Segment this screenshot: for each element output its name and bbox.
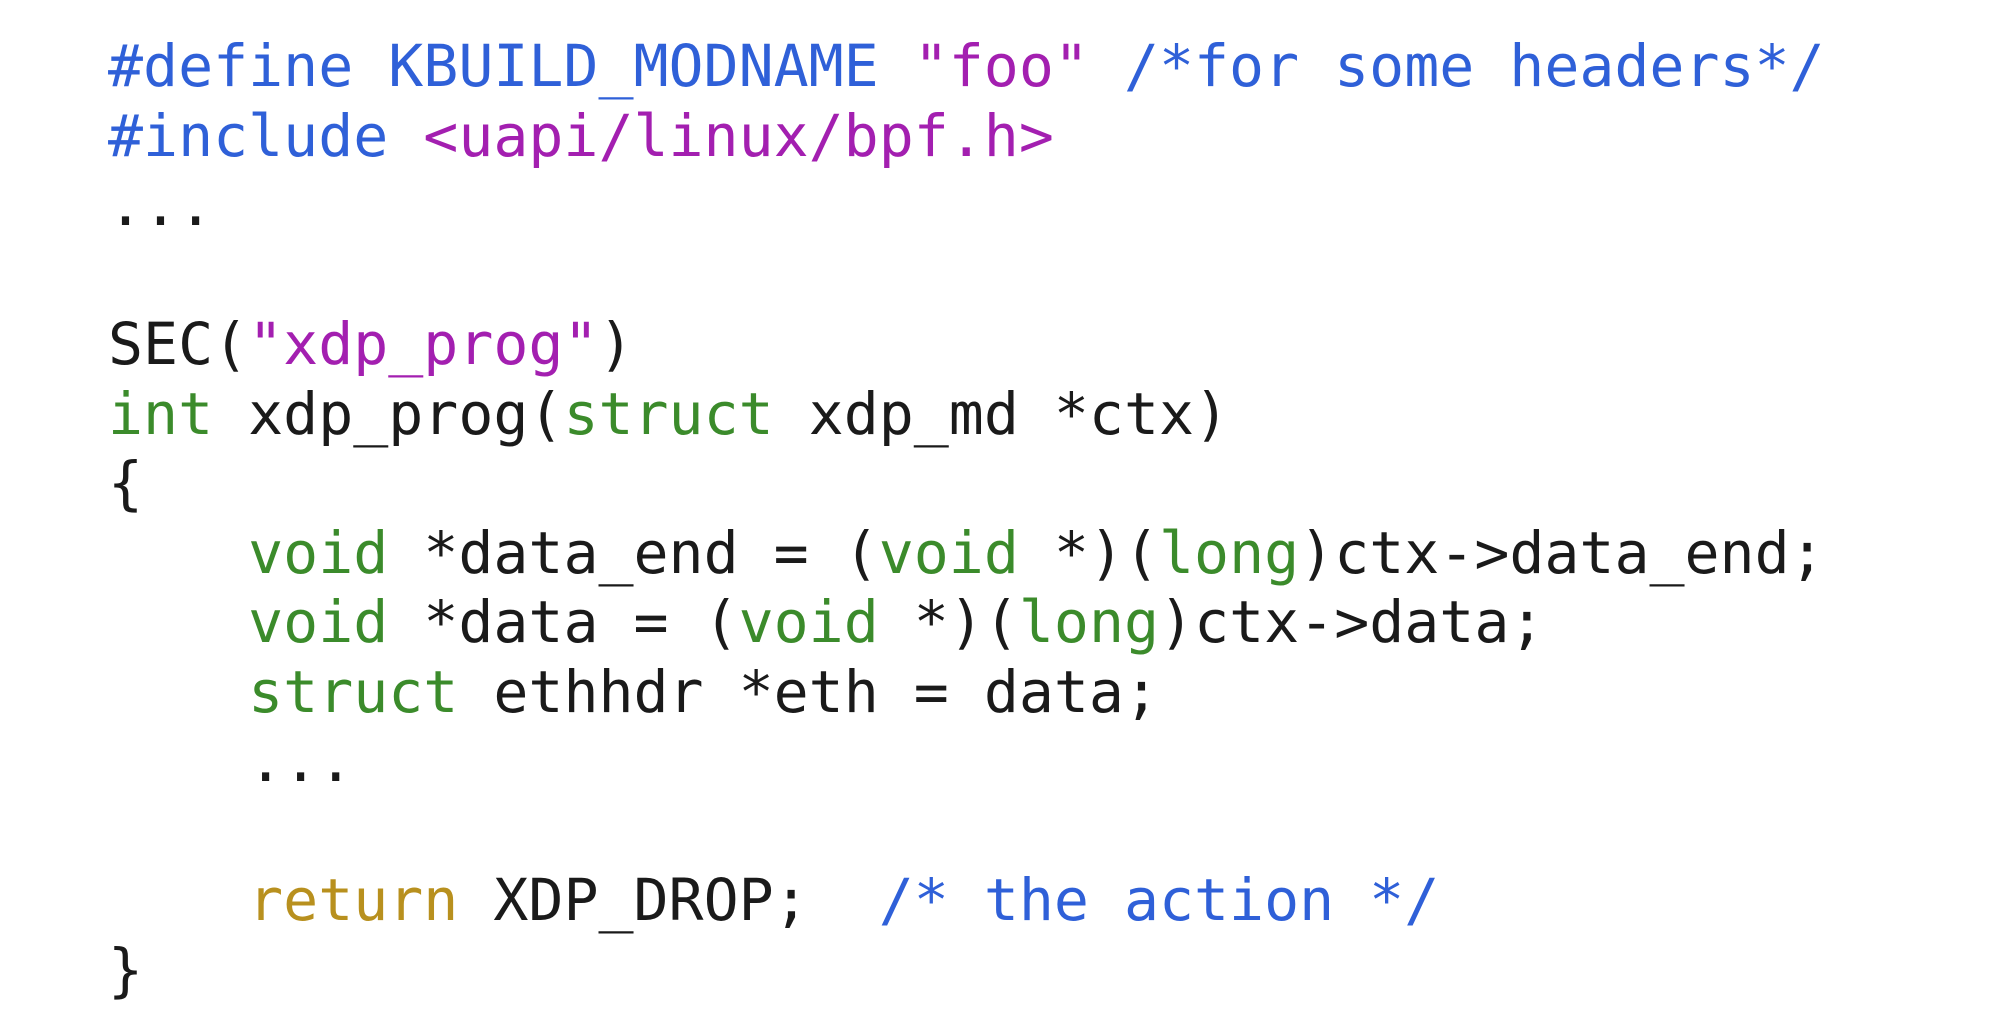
code-listing: #define KBUILD_MODNAME "foo" /*for some … [108,32,1825,1005]
code-line: { [108,449,1825,519]
code-token-blue: #include [108,101,424,170]
code-token-plain: } [108,935,144,1004]
code-token-plain: XDP_DROP; [458,866,879,934]
code-token-plain: xdp_prog( [213,379,564,448]
code-token-plain: *data_end = ( [388,518,879,587]
code-line: #include <uapi/linux/bpf.h> [108,102,1825,172]
code-token-plain: *)( [1018,518,1160,587]
code-token-green: void [248,518,389,587]
code-token-green: long [1018,588,1160,656]
code-line: ... [108,171,1825,241]
code-token-blue: /*for some headers*/ [1123,32,1825,100]
code-token-plain: ) [598,310,634,378]
code-token-green: struct [563,379,774,448]
code-token-plain: )ctx->data_end; [1299,518,1825,587]
code-token-plain: ... [108,727,354,795]
code-token-green: void [248,588,389,656]
code-token-plain: SEC( [108,310,249,378]
code-token-green: void [878,518,1019,587]
code-token-plain: xdp_md *ctx) [773,379,1230,448]
code-token-blue: #define KBUILD_MODNAME [108,32,914,100]
code-token-green: struct [248,657,459,726]
code-line: } [108,936,1825,1006]
code-token-plain: *)( [878,588,1019,656]
code-token-plain: { [108,449,144,517]
code-line: ... [108,727,1825,797]
code-line: int xdp_prog(struct xdp_md *ctx) [108,380,1825,450]
code-line: void *data = (void *)(long)ctx->data; [108,588,1825,658]
code-token-purple: "foo" [913,32,1089,100]
code-token-blue: /* the action */ [878,866,1440,934]
code-token-green: int [108,379,214,448]
code-line: SEC("xdp_prog") [108,310,1825,380]
code-token-plain: ... [108,171,214,239]
code-line: return XDP_DROP; /* the action */ [108,866,1825,936]
code-token-plain: *data = ( [388,588,739,656]
code-line: struct ethhdr *eth = data; [108,658,1825,728]
code-token-green: void [738,588,879,656]
code-line: #define KBUILD_MODNAME "foo" /*for some … [108,32,1825,102]
code-token-plain: ethhdr *eth = data; [458,657,1159,726]
code-token-gold: return [248,866,459,934]
code-token-green: long [1159,518,1300,587]
code-token-purple: <uapi/linux/bpf.h> [423,101,1054,170]
code-line: void *data_end = (void *)(long)ctx->data… [108,519,1825,589]
code-token-purple: "xdp_prog" [248,310,599,378]
code-token-plain: )ctx->data; [1159,588,1545,656]
